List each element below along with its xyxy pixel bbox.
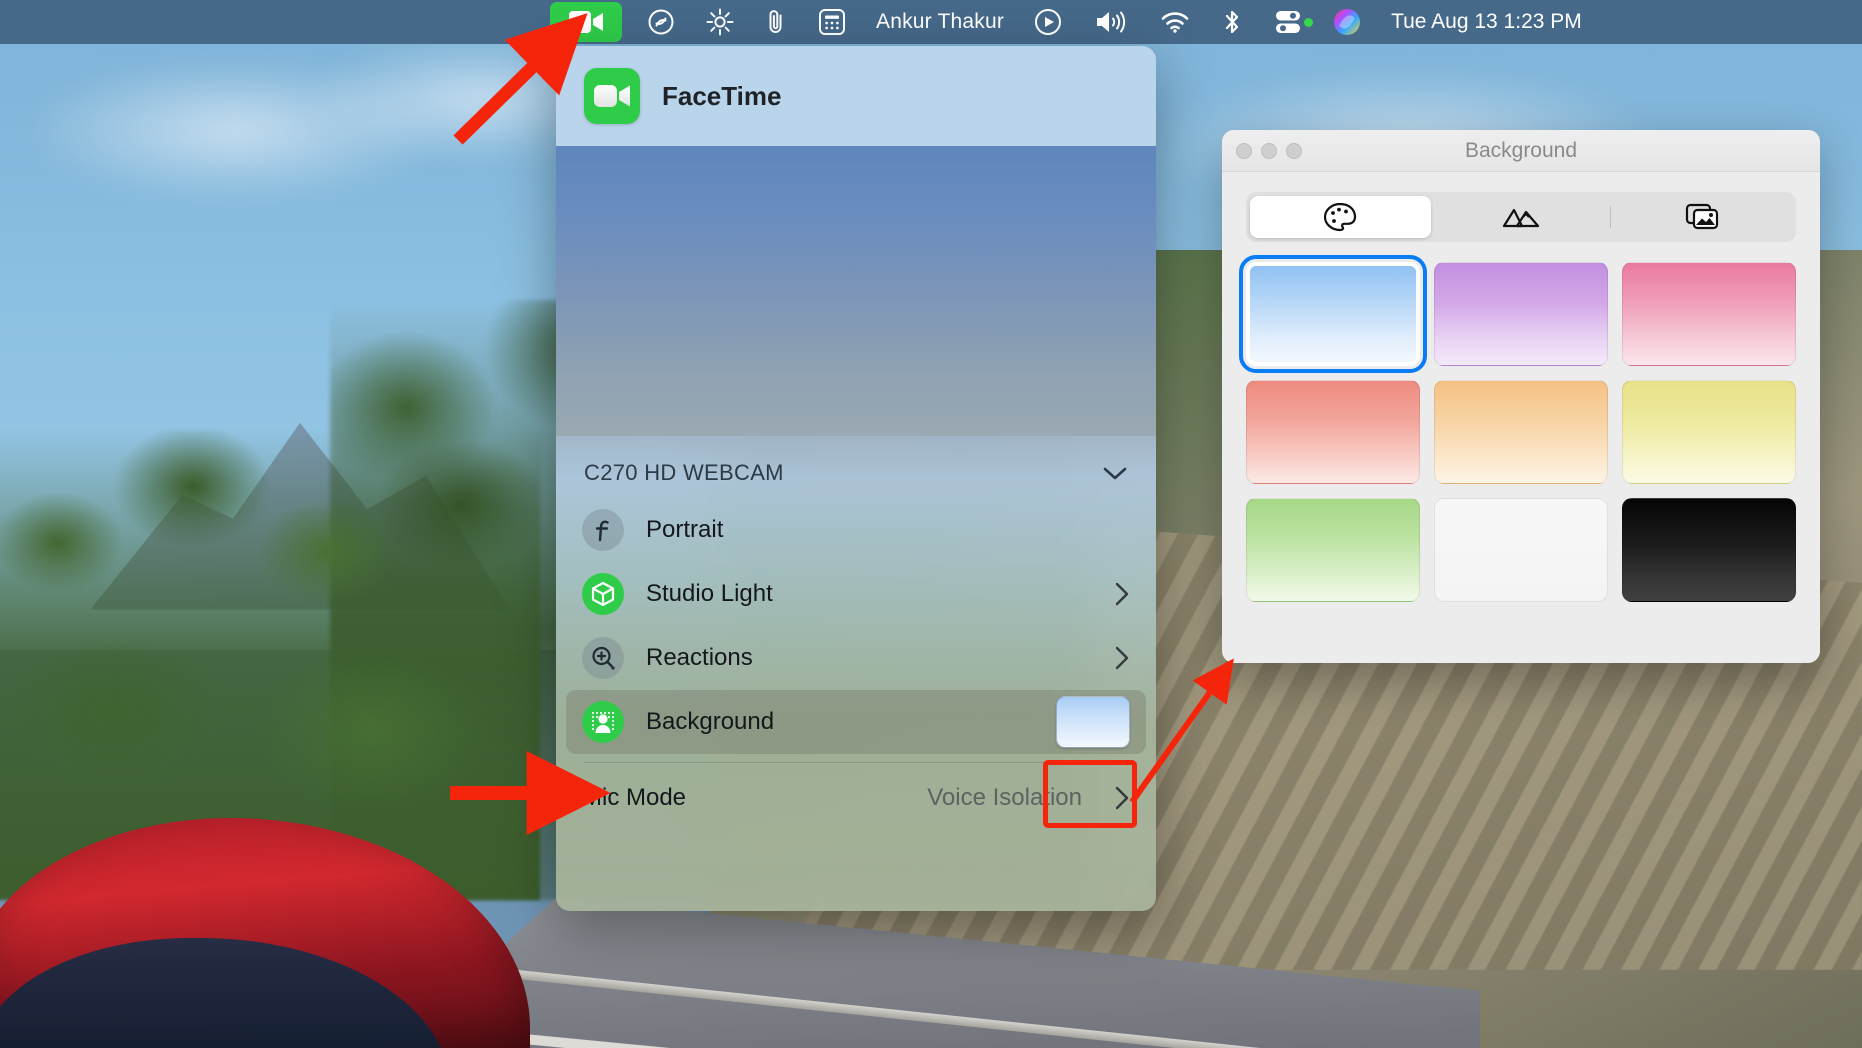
swatch-orange-gradient[interactable]	[1434, 380, 1608, 484]
speaker-icon	[1097, 11, 1126, 33]
calculator-icon	[819, 9, 845, 35]
palette-icon	[1324, 202, 1357, 232]
camera-section-header[interactable]: C270 HD WEBCAM	[556, 436, 1156, 498]
menu-row-label: Studio Light	[646, 580, 773, 607]
reactions-icon	[582, 637, 624, 679]
facetime-video-icon	[594, 85, 630, 107]
menubar-left-spacer	[0, 0, 540, 44]
swatch-white-plain[interactable]	[1434, 498, 1608, 602]
background-tab-bar	[1246, 192, 1796, 242]
magnifier-plus-glyph	[592, 646, 615, 670]
background-swatch-grid	[1222, 242, 1820, 626]
aperture-f-glyph	[595, 520, 609, 542]
facetime-menu-header: FaceTime	[556, 46, 1156, 146]
window-title: Background	[1464, 138, 1578, 162]
swatch-black-gradient[interactable]	[1622, 498, 1796, 602]
menu-row-studio-light[interactable]: Studio Light	[556, 562, 1156, 626]
wallpaper-car-window	[0, 938, 450, 1048]
menubar-item-control-center[interactable]	[1258, 0, 1308, 44]
tab-photos[interactable]	[1611, 196, 1792, 238]
menu-row-mic-mode[interactable]: Mic Mode Voice Isolation	[556, 763, 1156, 833]
menubar-clock[interactable]: Tue Aug 13 1:23 PM	[1375, 10, 1600, 34]
menubar-item-shazam[interactable]	[632, 0, 690, 44]
menubar-item-paperclip[interactable]	[750, 0, 802, 44]
chevron-right-icon[interactable]	[1114, 645, 1130, 671]
menubar-item-now-playing[interactable]	[1018, 0, 1078, 44]
menubar-item-volume[interactable]	[1078, 0, 1144, 44]
menu-row-label: Background	[646, 708, 775, 735]
menubar-status-items: Ankur Thakur Tue Aug 13 1:23 PM	[540, 0, 1600, 44]
camera-name-label: C270 HD WEBCAM	[584, 460, 784, 485]
menubar-facetime-icon[interactable]	[550, 2, 622, 42]
play-circle-icon	[1035, 9, 1062, 35]
swatch-green-gradient[interactable]	[1246, 498, 1420, 602]
studio-light-cube-icon	[582, 573, 624, 615]
tab-colors[interactable]	[1250, 196, 1431, 238]
swatch-coral-gradient[interactable]	[1246, 380, 1420, 484]
wifi-icon	[1161, 12, 1189, 33]
facetime-app-name: FaceTime	[662, 80, 782, 111]
menubar-user-name[interactable]: Ankur Thakur	[862, 10, 1018, 34]
video-camera-icon	[569, 11, 603, 33]
menu-row-label: Portrait	[646, 516, 724, 543]
photos-icon	[1685, 203, 1718, 230]
swatch-blue-gradient[interactable]	[1239, 255, 1427, 373]
paperclip-icon	[769, 10, 782, 33]
menubar-item-bluetooth[interactable]	[1206, 0, 1258, 44]
mic-mode-value: Voice Isolation	[927, 784, 1082, 811]
macos-menu-bar: Ankur Thakur Tue Aug 13 1:23 PM	[0, 0, 1862, 44]
menubar-item-siri[interactable]	[1319, 0, 1375, 44]
facetime-control-center-menu: FaceTime C270 HD WEBCAM Portrait Studio …	[556, 46, 1156, 911]
swatch-yellow-gradient[interactable]	[1622, 380, 1796, 484]
brightness-icon	[706, 8, 734, 36]
background-picker-window: Background	[1222, 130, 1820, 663]
facetime-app-icon	[584, 68, 640, 124]
mountains-icon	[1502, 208, 1540, 228]
menu-row-reactions[interactable]: Reactions	[556, 626, 1156, 690]
tab-landscapes[interactable]	[1431, 196, 1612, 238]
swatch-pink-gradient[interactable]	[1622, 262, 1796, 366]
swatch-purple-gradient[interactable]	[1434, 262, 1608, 366]
person-on-grid-glyph	[591, 711, 615, 733]
camera-in-use-indicator	[1304, 17, 1314, 27]
background-current-swatch[interactable]	[1056, 696, 1130, 748]
cube-glyph	[591, 581, 615, 607]
control-center-icon	[1276, 11, 1301, 33]
bluetooth-icon	[1225, 10, 1239, 34]
menu-row-background[interactable]: Background	[566, 690, 1146, 754]
portrait-f-icon	[582, 509, 624, 551]
menubar-item-calculator[interactable]	[802, 0, 862, 44]
chevron-right-icon[interactable]	[1114, 581, 1130, 607]
menubar-item-wifi[interactable]	[1144, 0, 1206, 44]
menu-row-portrait[interactable]: Portrait	[556, 498, 1156, 562]
mic-mode-label: Mic Mode	[582, 784, 687, 811]
camera-preview[interactable]	[556, 146, 1156, 436]
chevron-right-icon[interactable]	[1114, 785, 1130, 811]
siri-icon	[1334, 9, 1361, 35]
shazam-icon	[648, 9, 674, 35]
chevron-down-icon[interactable]	[1102, 465, 1128, 481]
window-titlebar[interactable]: Background	[1222, 130, 1820, 172]
menu-row-label: Reactions	[646, 644, 753, 671]
background-person-icon	[582, 701, 624, 743]
menubar-item-brightness[interactable]	[690, 0, 750, 44]
